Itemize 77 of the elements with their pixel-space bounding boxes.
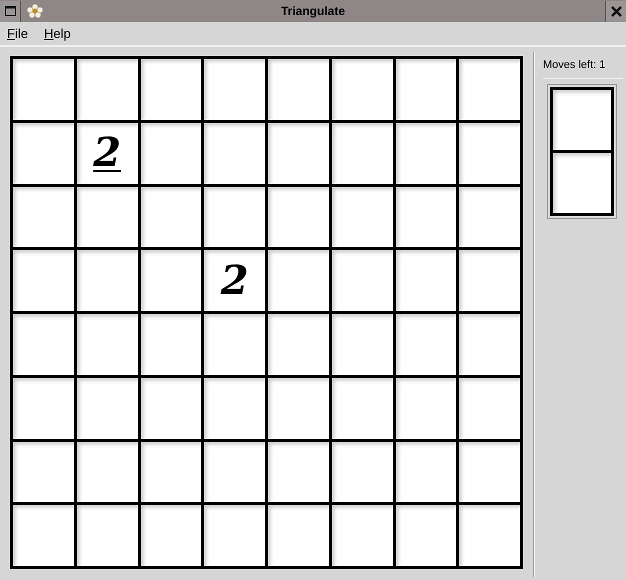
board-cell[interactable] bbox=[76, 378, 138, 438]
board-cell[interactable] bbox=[396, 314, 456, 375]
board-cell[interactable] bbox=[332, 442, 392, 502]
board-cell[interactable] bbox=[459, 250, 520, 311]
board-cell[interactable] bbox=[332, 314, 392, 375]
board-cell[interactable] bbox=[332, 186, 392, 248]
board-cell[interactable] bbox=[459, 122, 520, 184]
board-cell[interactable] bbox=[332, 59, 392, 120]
board-cell[interactable] bbox=[204, 314, 265, 375]
board-cell[interactable] bbox=[268, 122, 329, 184]
board-cell[interactable] bbox=[140, 250, 202, 311]
window-icon bbox=[4, 6, 16, 16]
board-cell[interactable] bbox=[13, 378, 74, 438]
board-cell[interactable] bbox=[268, 59, 329, 120]
board-cell[interactable] bbox=[268, 378, 329, 438]
board-cell[interactable] bbox=[76, 442, 138, 502]
window-menu-button[interactable] bbox=[0, 0, 21, 22]
board-cell[interactable] bbox=[13, 505, 74, 566]
window-title: Triangulate bbox=[280, 3, 346, 20]
board-cell[interactable] bbox=[332, 505, 392, 566]
board-cell[interactable] bbox=[459, 59, 520, 120]
board-cell[interactable] bbox=[140, 186, 202, 248]
cell-number: 2 bbox=[93, 133, 122, 174]
menu-item[interactable]: Help bbox=[44, 24, 71, 44]
board-cell[interactable] bbox=[13, 59, 74, 120]
board-cell[interactable] bbox=[396, 122, 456, 184]
board-cell[interactable] bbox=[140, 442, 202, 502]
board-cell[interactable] bbox=[204, 59, 265, 120]
board-cell[interactable] bbox=[140, 378, 202, 438]
board-cell[interactable] bbox=[13, 442, 74, 502]
moves-left-label: Moves left: 1 bbox=[543, 57, 623, 78]
board-cell[interactable] bbox=[268, 442, 329, 502]
board-cell[interactable] bbox=[459, 314, 520, 375]
board-cell[interactable] bbox=[459, 378, 520, 438]
board-cell[interactable] bbox=[396, 442, 456, 502]
board-cell[interactable] bbox=[332, 250, 392, 311]
board-cell[interactable] bbox=[140, 122, 202, 184]
board-cell[interactable] bbox=[396, 59, 456, 120]
board-cell[interactable] bbox=[332, 378, 392, 438]
board-cell[interactable] bbox=[396, 505, 456, 566]
board-cell[interactable]: 2 bbox=[204, 250, 265, 311]
cell-number: 2 bbox=[220, 260, 249, 301]
menu-item[interactable]: File bbox=[7, 24, 28, 44]
board-cell[interactable] bbox=[459, 505, 520, 566]
close-button[interactable] bbox=[605, 0, 626, 22]
board-cell[interactable] bbox=[396, 378, 456, 438]
board-cell[interactable] bbox=[76, 186, 138, 248]
board-cell[interactable] bbox=[13, 122, 74, 184]
board-cell[interactable] bbox=[204, 122, 265, 184]
board-cell[interactable] bbox=[396, 250, 456, 311]
board-cell[interactable] bbox=[553, 90, 611, 150]
board-cell[interactable] bbox=[204, 442, 265, 502]
board-cell[interactable] bbox=[76, 250, 138, 311]
board-cell[interactable]: 2 bbox=[76, 122, 138, 184]
board-cell[interactable] bbox=[204, 186, 265, 248]
board-cell[interactable] bbox=[13, 186, 74, 248]
board-cell[interactable] bbox=[76, 59, 138, 120]
board-cell[interactable] bbox=[13, 250, 74, 311]
board-cell[interactable] bbox=[140, 314, 202, 375]
board-cell[interactable] bbox=[553, 152, 611, 212]
board-cell[interactable] bbox=[459, 186, 520, 248]
board-cell[interactable] bbox=[140, 59, 202, 120]
board-cell[interactable] bbox=[332, 122, 392, 184]
board-cell[interactable] bbox=[268, 250, 329, 311]
board-cell[interactable] bbox=[140, 505, 202, 566]
board-cell[interactable] bbox=[459, 442, 520, 502]
board-cell[interactable] bbox=[268, 314, 329, 375]
board-cell[interactable] bbox=[204, 378, 265, 438]
board-cell[interactable] bbox=[396, 186, 456, 248]
board-cell[interactable] bbox=[13, 314, 74, 375]
close-icon bbox=[610, 6, 622, 16]
board-cell[interactable] bbox=[268, 186, 329, 248]
flower-icon bbox=[27, 4, 43, 18]
board-cell[interactable] bbox=[204, 505, 265, 566]
board-cell[interactable] bbox=[76, 314, 138, 375]
board-cell[interactable] bbox=[76, 505, 138, 566]
board-cell[interactable] bbox=[268, 505, 329, 566]
